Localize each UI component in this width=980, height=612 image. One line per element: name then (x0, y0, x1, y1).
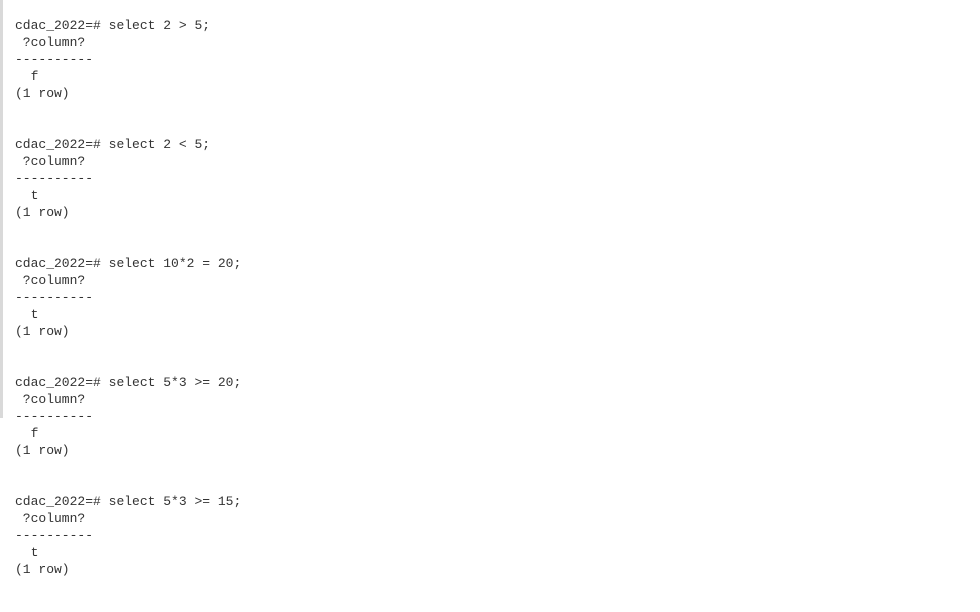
column-header: ?column? (15, 154, 86, 169)
column-header: ?column? (15, 392, 86, 407)
separator: ---------- (15, 290, 94, 305)
command: select 2 > 5; (108, 18, 211, 33)
separator: ---------- (15, 171, 94, 186)
column-header: ?column? (15, 35, 86, 50)
query-block: cdac_2022=# select 5*3 >= 20; ?column? -… (15, 374, 241, 493)
command: select 10*2 = 20; (108, 256, 242, 271)
prompt: cdac_2022=# (15, 256, 101, 271)
terminal-output: cdac_2022=# select 2 > 5; ?column? -----… (15, 17, 241, 612)
result-value: t (15, 545, 39, 560)
result-value: t (15, 188, 39, 203)
prompt: cdac_2022=# (15, 494, 101, 509)
column-header: ?column? (15, 511, 86, 526)
row-count: (1 row) (15, 86, 70, 101)
prompt: cdac_2022=# (15, 18, 101, 33)
result-value: t (15, 307, 39, 322)
result-value: f (15, 426, 39, 441)
column-header: ?column? (15, 273, 86, 288)
separator: ---------- (15, 528, 94, 543)
row-count: (1 row) (15, 205, 70, 220)
command-line: cdac_2022=# select 2 > 5; (15, 17, 241, 34)
separator: ---------- (15, 52, 94, 67)
command-line: cdac_2022=# select 2 < 5; (15, 136, 241, 153)
prompt: cdac_2022=# (15, 375, 101, 390)
row-count: (1 row) (15, 324, 70, 339)
result-value: f (15, 69, 39, 84)
command-line: cdac_2022=# select 10*2 = 20; (15, 255, 241, 272)
command: select 2 < 5; (108, 137, 211, 152)
query-block: cdac_2022=# select 2 < 5; ?column? -----… (15, 136, 241, 255)
row-count: (1 row) (15, 443, 70, 458)
separator: ---------- (15, 409, 94, 424)
query-block: cdac_2022=# select 2 > 5; ?column? -----… (15, 17, 241, 136)
row-count: (1 row) (15, 562, 70, 577)
scroll-indicator (0, 0, 3, 418)
query-block: cdac_2022=# select 5*3 >= 15; ?column? -… (15, 493, 241, 612)
command: select 5*3 >= 15; (108, 494, 242, 509)
command: select 5*3 >= 20; (108, 375, 242, 390)
query-block: cdac_2022=# select 10*2 = 20; ?column? -… (15, 255, 241, 374)
command-line: cdac_2022=# select 5*3 >= 20; (15, 374, 241, 391)
command-line: cdac_2022=# select 5*3 >= 15; (15, 493, 241, 510)
prompt: cdac_2022=# (15, 137, 101, 152)
